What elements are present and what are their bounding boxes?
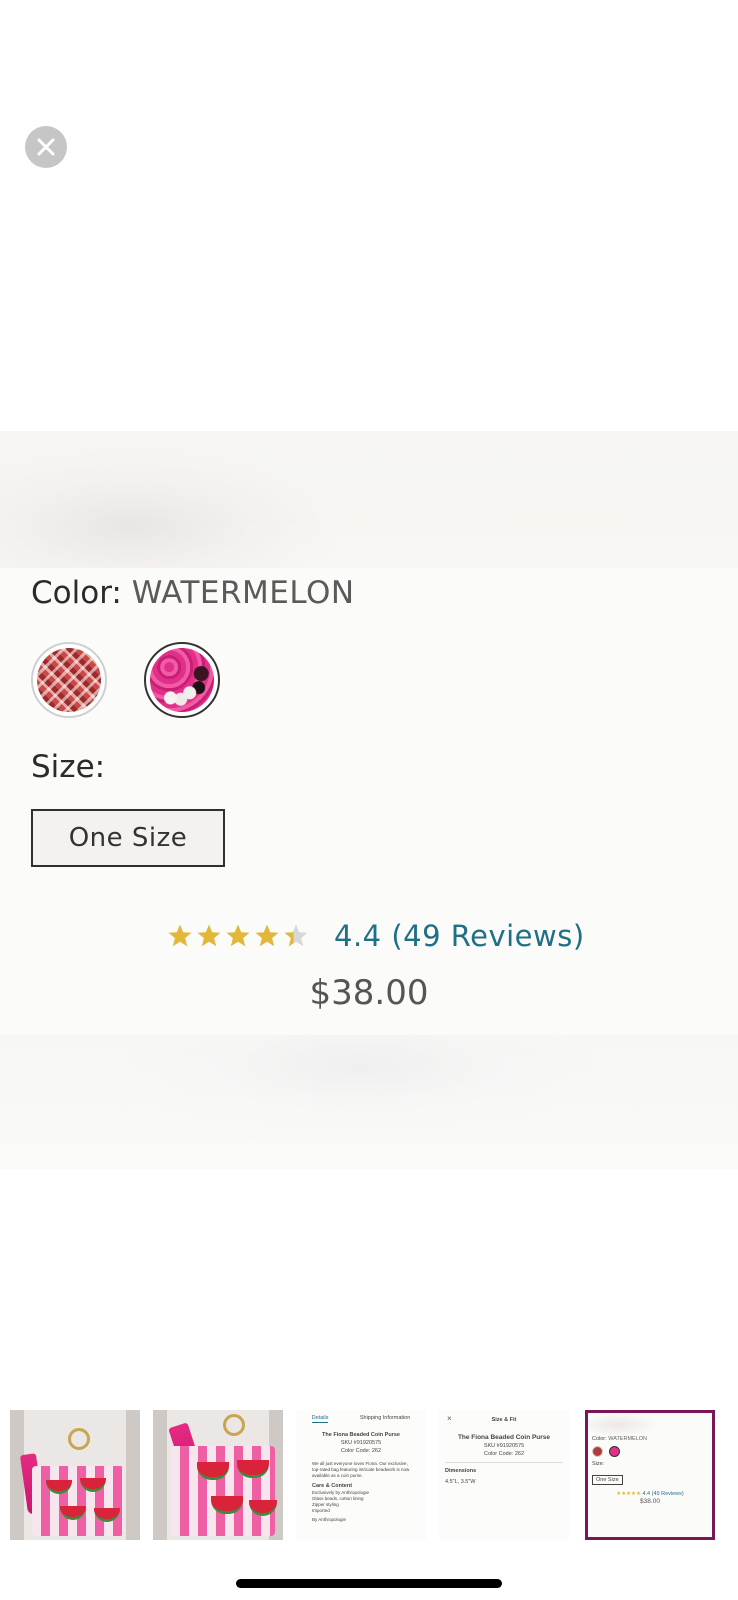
mini-brand: By Anthropologie <box>312 1517 347 1522</box>
color-label: Color: <box>31 575 122 611</box>
blurred-image-bottom <box>0 1035 738 1169</box>
mini-care-heading: Care & Content <box>312 1483 353 1489</box>
thumbnail-strip: Details Shipping Information The Fiona B… <box>10 1410 728 1542</box>
mini-size-fit-color-code: Color Code: 262 <box>483 1451 525 1457</box>
mini-dimensions-heading: Dimensions <box>445 1468 477 1474</box>
mini-color-label: Color: <box>592 1436 607 1442</box>
thumbnail-2[interactable] <box>153 1410 283 1540</box>
close-button[interactable] <box>25 126 67 168</box>
mini-dimensions-value: 4.5"L, 3.5"W <box>445 1479 476 1485</box>
mini-color-line: Color: WATERMELON <box>588 1435 712 1443</box>
mini-details-body: We all just everyone loves Fiona. Our ex… <box>312 1461 410 1478</box>
mini-size-fit-sku: SKU #91920575 <box>483 1443 525 1449</box>
mini-reviews-text: 4.4 (49 Reviews) <box>642 1491 684 1497</box>
product-photo <box>32 1466 124 1536</box>
color-selection-label: Color: WATERMELON <box>31 575 355 611</box>
rating-stars <box>167 923 312 949</box>
mini-color-value: WATERMELON <box>608 1436 648 1442</box>
mini-swatch-watermelon <box>609 1446 620 1457</box>
star-icon <box>168 924 192 947</box>
blurred-image-top <box>0 431 738 568</box>
thumbnail-1[interactable] <box>10 1410 140 1540</box>
star-icon <box>226 924 250 947</box>
star-icon <box>284 924 308 947</box>
color-value: WATERMELON <box>131 575 355 611</box>
mini-details-tab: Details <box>311 1415 329 1423</box>
mini-close-icon: × <box>447 1414 452 1423</box>
mini-details-title: The Fiona Beaded Coin Purse <box>322 1432 400 1438</box>
reviews-link[interactable]: 4.4 (49 Reviews) <box>334 919 585 953</box>
mini-size-option: One Size <box>592 1475 623 1485</box>
mini-size-label: Size: <box>592 1461 605 1467</box>
mini-details-color-code: Color Code: 262 <box>340 1448 382 1454</box>
mini-swatch-red <box>592 1446 603 1457</box>
mini-details-sku: SKU #91920575 <box>340 1440 382 1446</box>
mini-price: $38.00 <box>640 1498 660 1505</box>
size-label: Size: <box>31 749 106 785</box>
mini-shipping-tab: Shipping Information <box>359 1415 411 1421</box>
close-icon <box>37 138 55 156</box>
color-swatch-watermelon[interactable] <box>144 642 220 718</box>
star-icon <box>255 924 279 947</box>
thumbnail-3[interactable]: Details Shipping Information The Fiona B… <box>296 1410 426 1540</box>
zoomed-image-panel: Color: WATERMELON Size: One Size 4.4 (49… <box>0 431 738 1169</box>
size-option-button[interactable]: One Size <box>31 809 225 867</box>
mini-size-fit-title: The Fiona Beaded Coin Purse <box>457 1434 551 1441</box>
price: $38.00 <box>309 973 429 1013</box>
mini-size-fit-header: Size & Fit <box>491 1417 517 1423</box>
mini-rating: ★★★★★ 4.4 (49 Reviews) <box>616 1491 684 1497</box>
thumbnail-5[interactable]: Color: WATERMELON Size: One Size ★★★★★ 4… <box>585 1410 715 1540</box>
rating-row: 4.4 (49 Reviews) <box>167 914 585 958</box>
star-icon <box>197 924 221 947</box>
home-indicator <box>236 1579 502 1588</box>
color-swatch-red[interactable] <box>31 642 107 718</box>
thumbnail-4[interactable]: × Size & Fit The Fiona Beaded Coin Purse… <box>439 1410 569 1540</box>
